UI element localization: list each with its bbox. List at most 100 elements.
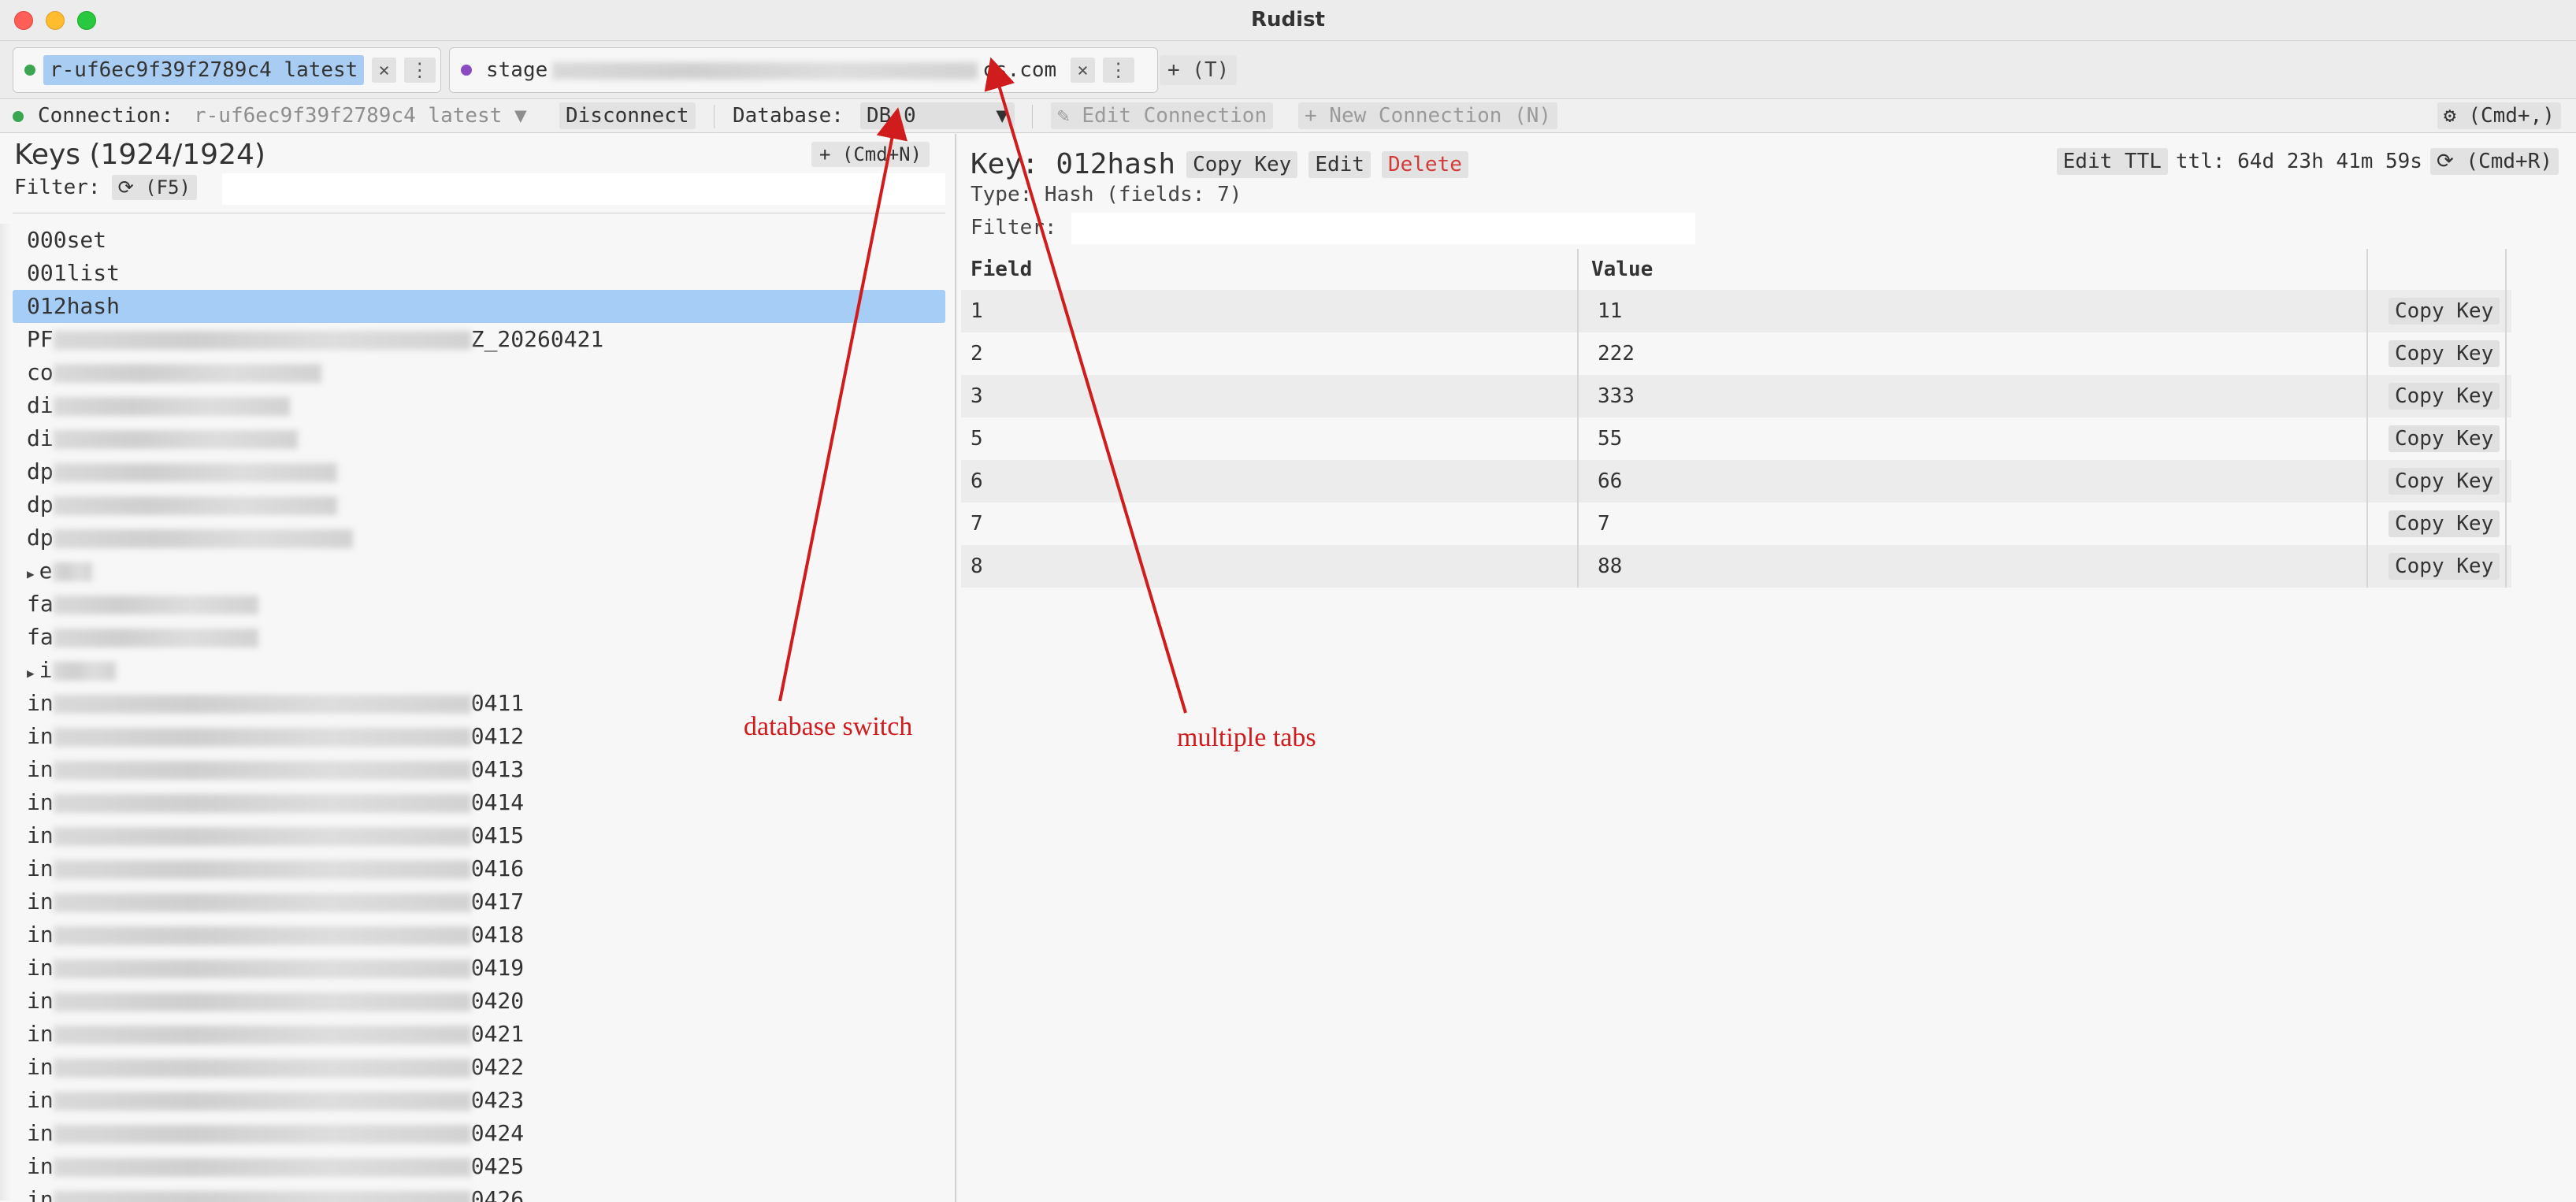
key-list-item[interactable]: fa xyxy=(13,621,945,654)
key-name-prefix: in xyxy=(27,1153,54,1179)
keys-filter-input[interactable] xyxy=(222,173,945,205)
key-list-item[interactable]: di xyxy=(13,389,945,422)
key-list-item[interactable]: in 0414 xyxy=(13,786,945,819)
keys-title: Keys (1924/1924) xyxy=(14,139,265,171)
ttl-value: ttl: 64d 23h 41m 59s xyxy=(2175,150,2422,173)
key-list-item[interactable]: in 0424 xyxy=(13,1117,945,1150)
add-key-button[interactable]: + (Cmd+N) xyxy=(811,142,930,167)
tab-close-button[interactable]: × xyxy=(1071,58,1095,83)
key-list-item[interactable]: fa xyxy=(13,588,945,621)
refresh-button[interactable]: ⟳ (F5) xyxy=(111,175,197,200)
key-list-item[interactable]: ▶ i xyxy=(13,654,945,687)
table-row: 8 88 Copy Key xyxy=(961,545,2511,588)
tab-close-button[interactable]: × xyxy=(372,58,396,83)
copy-field-button[interactable]: Copy Key xyxy=(2389,383,2500,410)
copy-key-button[interactable]: Copy Key xyxy=(1186,150,1298,178)
key-name-prefix: in xyxy=(27,855,54,881)
redacted-text xyxy=(53,893,471,912)
key-list-item[interactable]: in 0419 xyxy=(13,952,945,985)
key-list-item[interactable]: dp xyxy=(13,521,945,555)
tab-label: r-uf6ec9f39f2789c4 latest xyxy=(43,55,365,85)
key-list-item[interactable]: 012hash xyxy=(13,290,945,323)
column-divider xyxy=(2505,249,2507,588)
key-name-suffix: 0418 xyxy=(470,922,525,948)
connection-select-value: r-uf6ec9f39f2789c4 latest xyxy=(194,104,503,128)
copy-field-button[interactable]: Copy Key xyxy=(2389,553,2500,580)
key-name-prefix: PF xyxy=(27,326,54,352)
key-list-item[interactable]: in 0418 xyxy=(13,918,945,952)
redacted-text xyxy=(53,926,471,945)
key-name-suffix: 0414 xyxy=(470,789,525,815)
value-cell: 7 xyxy=(1598,512,1610,536)
key-name-prefix: di xyxy=(27,392,54,418)
key-list-item[interactable]: in 0425 xyxy=(13,1150,945,1183)
key-title: Key: 012hash xyxy=(971,148,1176,180)
key-name-suffix: 0412 xyxy=(470,723,525,749)
connection-tab[interactable]: stage cs.com × ⋮ xyxy=(449,47,1158,93)
key-list-item[interactable]: in 0421 xyxy=(13,1018,945,1051)
redacted-text xyxy=(53,1092,471,1111)
key-list-item[interactable]: 001list xyxy=(13,257,945,290)
value-cell: 222 xyxy=(1598,342,1635,365)
connection-select[interactable]: r-uf6ec9f39f2789c4 latest ▼ xyxy=(194,104,527,128)
folder-expand-icon[interactable]: ▶ xyxy=(27,566,35,581)
key-list-item[interactable]: dp xyxy=(13,455,945,488)
key-list-item[interactable]: in 0426 xyxy=(13,1183,945,1202)
key-name-prefix: in xyxy=(27,1186,54,1202)
connection-tab[interactable]: r-uf6ec9f39f2789c4 latest × ⋮ xyxy=(13,47,441,93)
key-name-prefix: 000set xyxy=(27,227,107,253)
field-cell: 8 xyxy=(971,555,983,578)
copy-field-button[interactable]: Copy Key xyxy=(2389,425,2500,452)
table-header: Field Value xyxy=(961,249,2511,290)
key-list-item[interactable]: in 0420 xyxy=(13,985,945,1018)
refresh-key-button[interactable]: ⟳ (Cmd+R) xyxy=(2429,148,2559,175)
key-name-prefix: in xyxy=(27,1087,54,1113)
action-cell: Copy Key xyxy=(2389,375,2500,417)
delete-key-button[interactable]: Delete xyxy=(1381,150,1468,178)
key-list-item[interactable]: in 0415 xyxy=(13,819,945,852)
new-tab-button[interactable]: + (T) xyxy=(1160,55,1238,85)
copy-field-button[interactable]: Copy Key xyxy=(2389,298,2500,325)
redacted-text xyxy=(52,662,116,681)
key-list-item[interactable]: in 0417 xyxy=(13,885,945,918)
field-cell: 3 xyxy=(971,384,983,408)
copy-field-button[interactable]: Copy Key xyxy=(2389,340,2500,367)
key-list-item[interactable]: in 0413 xyxy=(13,753,945,786)
key-list-item[interactable]: PF Z_20260421 xyxy=(13,323,945,356)
edit-connection-button[interactable]: ✎ Edit Connection xyxy=(1051,102,1274,129)
redacted-text xyxy=(53,430,298,449)
edit-connection-label: Edit Connection xyxy=(1082,104,1268,128)
edit-ttl-button[interactable]: Edit TTL xyxy=(2056,148,2168,175)
key-list-item[interactable]: in 0422 xyxy=(13,1051,945,1084)
tab-menu-icon[interactable]: ⋮ xyxy=(403,58,436,83)
table-row: 5 55 Copy Key xyxy=(961,417,2511,460)
field-cell: 1 xyxy=(971,299,983,323)
database-select[interactable]: DB 0 ▼ xyxy=(860,102,1015,129)
value-cell: 11 xyxy=(1598,299,1623,323)
key-list-item[interactable]: 000set xyxy=(13,224,945,257)
new-connection-button[interactable]: + New Connection (N) xyxy=(1298,102,1558,129)
column-header-field: Field xyxy=(971,258,1033,281)
key-list-item[interactable]: ▶ e xyxy=(13,555,945,588)
folder-expand-icon[interactable]: ▶ xyxy=(27,666,35,681)
disconnect-button[interactable]: Disconnect xyxy=(559,102,696,129)
key-name-suffix: 0422 xyxy=(470,1054,525,1080)
key-list-item[interactable]: in 0423 xyxy=(13,1084,945,1117)
field-filter-input[interactable] xyxy=(1071,213,1695,244)
key-name-prefix: in xyxy=(27,723,54,749)
settings-button[interactable]: ⚙ (Cmd+,) xyxy=(2437,102,2561,129)
key-name-prefix: in xyxy=(27,789,54,815)
value-cell: 88 xyxy=(1598,555,1623,578)
key-list-item[interactable]: di xyxy=(13,422,945,455)
copy-field-button[interactable]: Copy Key xyxy=(2389,468,2500,495)
redacted-text xyxy=(53,1026,471,1044)
redacted-text xyxy=(53,761,471,780)
key-list-item[interactable]: in 0416 xyxy=(13,852,945,885)
edit-key-button[interactable]: Edit xyxy=(1308,150,1371,178)
copy-field-button[interactable]: Copy Key xyxy=(2389,510,2500,537)
redacted-text xyxy=(53,860,471,879)
key-list-item[interactable]: co xyxy=(13,356,945,389)
key-name-prefix: i xyxy=(39,657,53,683)
key-list-item[interactable]: dp xyxy=(13,488,945,521)
tab-menu-icon[interactable]: ⋮ xyxy=(1102,58,1134,83)
